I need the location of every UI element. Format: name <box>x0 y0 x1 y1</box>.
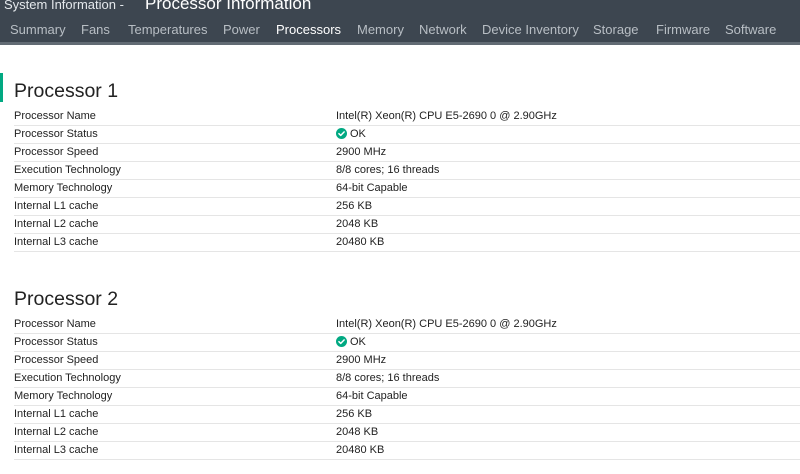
table-row: Internal L2 cache 2048 KB <box>14 424 800 442</box>
table-row: Memory Technology 64-bit Capable <box>14 180 800 198</box>
row-value: 2900 MHz <box>336 354 387 366</box>
table-row: Internal L2 cache 2048 KB <box>14 216 800 234</box>
tab-temperatures[interactable]: Temperatures <box>128 22 207 37</box>
title-bar: System Information - Processor Informati… <box>0 0 800 15</box>
status-value: OK <box>336 126 366 143</box>
row-label: Internal L3 cache <box>14 444 99 456</box>
check-circle-icon <box>336 336 347 347</box>
tab-device-inventory[interactable]: Device Inventory <box>482 22 579 37</box>
tab-software[interactable]: Software <box>725 22 776 37</box>
table-row: Internal L3 cache 20480 KB <box>14 442 800 460</box>
row-label: Internal L2 cache <box>14 426 99 438</box>
row-value: 20480 KB <box>336 444 385 456</box>
row-label: Processor Status <box>14 336 98 348</box>
row-label: Processor Name <box>14 318 96 330</box>
row-value: Intel(R) Xeon(R) CPU E5-2690 0 @ 2.90GHz <box>336 110 557 122</box>
check-circle-icon <box>336 128 347 139</box>
status-text: OK <box>350 128 366 140</box>
row-value: 2048 KB <box>336 426 379 438</box>
table-row: Processor Name Intel(R) Xeon(R) CPU E5-2… <box>14 316 800 334</box>
row-value: 2900 MHz <box>336 146 387 158</box>
row-label: Processor Name <box>14 110 96 122</box>
row-label: Internal L1 cache <box>14 408 99 420</box>
processor-2-section: Processor 2 Processor Name Intel(R) Xeon… <box>14 282 800 460</box>
status-text: OK <box>350 336 366 348</box>
processor-1-heading: Processor 1 <box>14 80 119 102</box>
section-accent-bar <box>0 73 3 102</box>
tab-fans[interactable]: Fans <box>81 22 110 37</box>
processor-2-heading: Processor 2 <box>14 288 119 310</box>
table-row: Processor Speed 2900 MHz <box>14 144 800 162</box>
processor-1-section: Processor 1 Processor Name Intel(R) Xeon… <box>14 74 800 252</box>
row-label: Internal L1 cache <box>14 200 99 212</box>
row-value: 8/8 cores; 16 threads <box>336 164 440 176</box>
row-value: 64-bit Capable <box>336 390 408 402</box>
table-row: Processor Status OK <box>14 126 800 144</box>
table-row: Internal L1 cache 256 KB <box>14 406 800 424</box>
row-label: Execution Technology <box>14 372 121 384</box>
row-label: Internal L2 cache <box>14 218 99 230</box>
tab-memory[interactable]: Memory <box>357 22 404 37</box>
row-value: 256 KB <box>336 200 373 212</box>
tab-power[interactable]: Power <box>223 22 260 37</box>
table-row: Processor Name Intel(R) Xeon(R) CPU E5-2… <box>14 108 800 126</box>
table-row: Execution Technology 8/8 cores; 16 threa… <box>14 162 800 180</box>
table-row: Internal L1 cache 256 KB <box>14 198 800 216</box>
tab-processors[interactable]: Processors <box>276 22 341 37</box>
row-value: Intel(R) Xeon(R) CPU E5-2690 0 @ 2.90GHz <box>336 318 557 330</box>
row-label: Internal L3 cache <box>14 236 99 248</box>
table-row: Processor Status OK <box>14 334 800 352</box>
table-row: Internal L3 cache 20480 KB <box>14 234 800 252</box>
row-label: Memory Technology <box>14 182 113 194</box>
tab-bar: Summary Fans Temperatures Power Processo… <box>0 15 800 45</box>
row-value: 256 KB <box>336 408 373 420</box>
row-label: Processor Status <box>14 128 98 140</box>
tab-firmware[interactable]: Firmware <box>656 22 710 37</box>
row-value: 64-bit Capable <box>336 182 408 194</box>
row-label: Processor Speed <box>14 354 99 366</box>
window-title-prefix: System Information - <box>4 0 124 12</box>
page-title: Processor Information <box>145 0 312 13</box>
table-row: Memory Technology 64-bit Capable <box>14 388 800 406</box>
row-value: 8/8 cores; 16 threads <box>336 372 440 384</box>
row-value: 20480 KB <box>336 236 385 248</box>
table-row: Execution Technology 8/8 cores; 16 threa… <box>14 370 800 388</box>
tab-storage[interactable]: Storage <box>593 22 639 37</box>
tab-network[interactable]: Network <box>419 22 467 37</box>
row-label: Processor Speed <box>14 146 99 158</box>
row-value: 2048 KB <box>336 218 379 230</box>
row-label: Execution Technology <box>14 164 121 176</box>
table-row: Processor Speed 2900 MHz <box>14 352 800 370</box>
status-value: OK <box>336 334 366 351</box>
tab-summary[interactable]: Summary <box>10 22 66 37</box>
row-label: Memory Technology <box>14 390 113 402</box>
